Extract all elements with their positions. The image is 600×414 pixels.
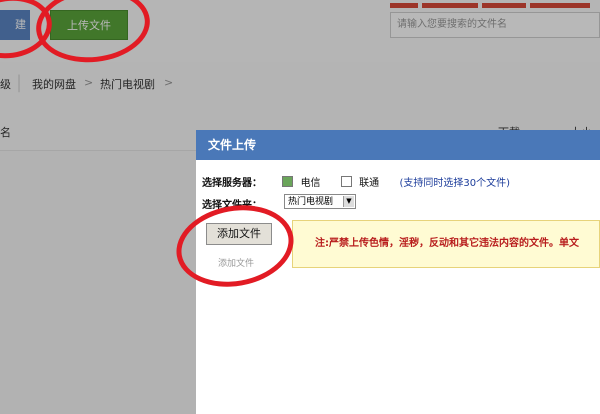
server-unicom-checkbox[interactable] bbox=[340, 176, 352, 187]
dialog-title: 文件上传 bbox=[196, 130, 600, 160]
server-hint: (支持同时选择30个文件) bbox=[399, 178, 511, 189]
folder-select-value: 热门电视剧 bbox=[288, 197, 334, 207]
server-unicom-label: 联通 bbox=[359, 178, 380, 189]
upload-notice: 注:严禁上传色情，淫秽，反动和其它违法内容的文件。单文 bbox=[292, 220, 600, 268]
folder-select[interactable]: 热门电视剧 ▼ bbox=[284, 194, 356, 209]
server-telecom-label: 电信 bbox=[300, 178, 321, 189]
chevron-down-icon: ▼ bbox=[343, 196, 354, 207]
server-telecom-checkbox[interactable] bbox=[282, 176, 294, 187]
server-row: 选择服务器： 电信 联通 (支持同时选择30个文件) bbox=[202, 174, 510, 189]
server-label: 选择服务器： bbox=[202, 178, 262, 189]
